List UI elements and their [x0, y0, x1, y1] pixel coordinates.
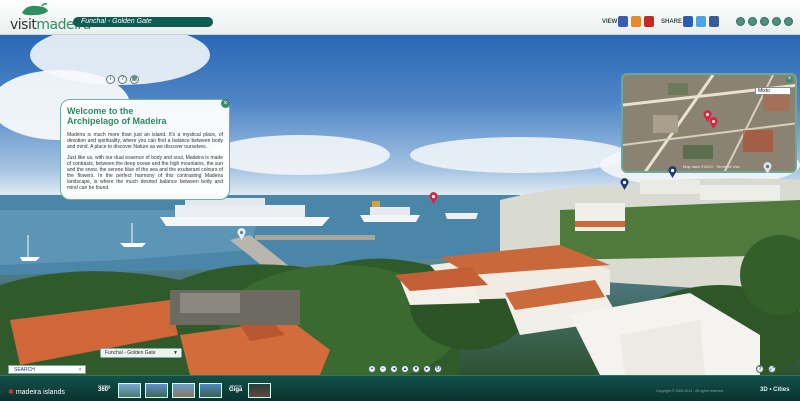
language-button-3[interactable]: [760, 17, 769, 26]
language-button-4[interactable]: [772, 17, 781, 26]
photos-360-label[interactable]: photos 360°: [98, 383, 110, 393]
map-attribution: Map data ©2013 · Terms of Use: [683, 164, 740, 169]
welcome-title: Welcome to the Archipelago of Madeira: [67, 106, 167, 126]
hotspot-pin-icon[interactable]: [429, 192, 438, 204]
thumbnail-360-4[interactable]: [199, 383, 222, 398]
youtube-icon[interactable]: [644, 16, 654, 27]
thumbnail-giga-1[interactable]: [248, 383, 271, 398]
panorama-viewer[interactable]: i ? ▦ × Welcome to the Archipelago of Mad…: [0, 35, 800, 375]
info-icon[interactable]: i: [106, 75, 115, 84]
thumbnail-360-2[interactable]: [145, 383, 168, 398]
close-map-icon[interactable]: ×: [786, 76, 793, 83]
photos-giga-label[interactable]: photos Giga: [229, 383, 242, 393]
welcome-paragraph-2: Just like us, with our dual essence of b…: [67, 155, 223, 191]
language-button-1[interactable]: [736, 17, 745, 26]
language-button-5[interactable]: [784, 17, 793, 26]
search-input[interactable]: SEARCH ⌕: [8, 365, 86, 374]
zoom-out-icon[interactable]: −: [379, 365, 387, 373]
star-logo-icon: ✱: [8, 389, 14, 396]
copyright-text: Copyright © 2006-2013 · All rights reser…: [656, 389, 724, 393]
close-welcome-icon[interactable]: ×: [221, 99, 230, 108]
share-label: SHARE: [661, 19, 683, 25]
madeira-islands-logo[interactable]: ✱ madeira islands: [8, 388, 65, 396]
welcome-panel: × Welcome to the Archipelago of Madeira M…: [60, 99, 230, 200]
thumbnail-360-1[interactable]: [118, 383, 141, 398]
pan-up-icon[interactable]: ▴: [401, 365, 409, 373]
pan-right-icon[interactable]: ▸: [423, 365, 431, 373]
3d-cities-logo[interactable]: 3D • Cities: [760, 387, 789, 393]
autorotate-icon[interactable]: ↻: [434, 365, 442, 373]
pan-down-icon[interactable]: ▾: [412, 365, 420, 373]
fullscreen-toggle-icon[interactable]: ⤢: [768, 365, 776, 373]
help-button-icon[interactable]: ?: [756, 365, 764, 373]
map-type-select[interactable]: Mixto: [755, 87, 791, 95]
delicious-icon[interactable]: [683, 16, 693, 27]
thumbnail-360-3[interactable]: [172, 383, 195, 398]
instagram-icon[interactable]: [631, 16, 641, 27]
map-toggle-icon[interactable]: ▦: [130, 75, 139, 84]
hotspot-pin-icon[interactable]: [620, 178, 629, 190]
hotspot-pin-icon[interactable]: [763, 162, 772, 174]
visitmadeira-logo[interactable]: visitmadeira: [10, 2, 91, 33]
pan-left-icon[interactable]: ◂: [390, 365, 398, 373]
hotspot-pin-icon[interactable]: [668, 166, 677, 178]
facebook-icon[interactable]: [709, 16, 719, 27]
location-map[interactable]: Mixto × Map data ©2013 · Terms of Use: [621, 73, 797, 173]
welcome-paragraph-1: Madeira is much more than just an island…: [67, 132, 223, 150]
map-marker-icon[interactable]: [709, 117, 718, 129]
zoom-in-icon[interactable]: +: [368, 365, 376, 373]
bottom-bar: ✱ madeira islands photos 360° photos Giga …: [0, 375, 800, 401]
location-select[interactable]: Funchal - Golden Gate ▼: [100, 348, 182, 358]
current-location-title: Funchal - Golden Gate: [73, 17, 213, 27]
top-bar: visitmadeira Funchal - Golden Gate VIEW …: [0, 0, 800, 35]
language-button-2[interactable]: [748, 17, 757, 26]
search-icon[interactable]: ⌕: [79, 366, 82, 374]
fullscreen-icon[interactable]: [618, 16, 628, 27]
chevron-down-icon: ▼: [173, 350, 178, 356]
view-label: VIEW: [602, 19, 618, 25]
whale-logo-icon: [22, 3, 48, 16]
help-icon[interactable]: ?: [118, 75, 127, 84]
twitter-icon[interactable]: [696, 16, 706, 27]
hotspot-pin-icon[interactable]: [237, 228, 246, 240]
